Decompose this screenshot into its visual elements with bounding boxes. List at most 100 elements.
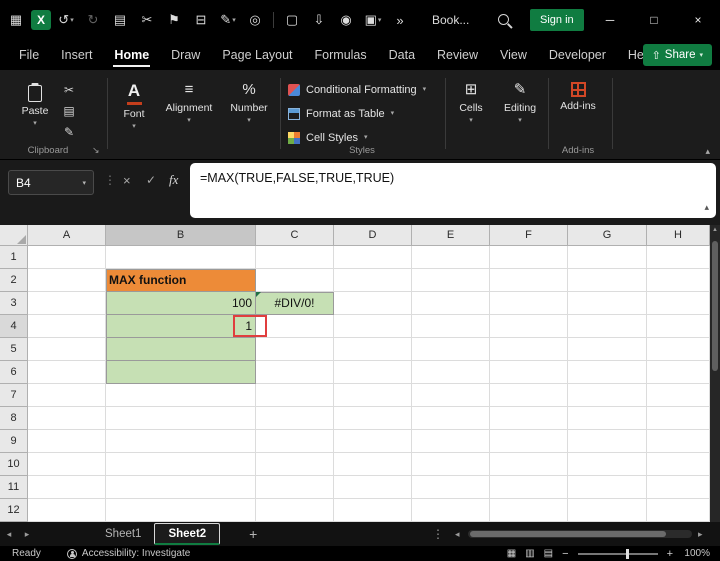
- cell-C6[interactable]: [256, 361, 334, 384]
- cell-A11[interactable]: [28, 476, 106, 499]
- cancel-icon[interactable]: ×: [123, 173, 131, 188]
- paste-special-icon[interactable]: ▤: [108, 7, 132, 33]
- cell-G8[interactable]: [568, 407, 647, 430]
- cell-A3[interactable]: [28, 292, 106, 315]
- cell-H10[interactable]: [647, 453, 710, 476]
- row-header-9[interactable]: 9: [0, 430, 28, 453]
- cell-B10[interactable]: [106, 453, 256, 476]
- vertical-scrollbar[interactable]: ▲: [710, 225, 720, 522]
- draw-icon[interactable]: ✎ ▾: [216, 7, 240, 33]
- add-ins-button[interactable]: Add-ins: [552, 78, 604, 112]
- editing-button[interactable]: ✎ Editing ▾: [496, 78, 544, 123]
- print-icon[interactable]: ⊟: [189, 7, 213, 33]
- conditional-formatting-button[interactable]: Conditional Formatting ▾: [288, 79, 426, 100]
- cell-C10[interactable]: [256, 453, 334, 476]
- cell-G10[interactable]: [568, 453, 647, 476]
- cell-A8[interactable]: [28, 407, 106, 430]
- cell-H1[interactable]: [647, 246, 710, 269]
- cell-F4[interactable]: [490, 315, 568, 338]
- cell-H9[interactable]: [647, 430, 710, 453]
- cell-D3[interactable]: [334, 292, 412, 315]
- drag-handle-icon[interactable]: ⋮: [104, 173, 116, 187]
- cell-F5[interactable]: [490, 338, 568, 361]
- cell-G4[interactable]: [568, 315, 647, 338]
- alignment-button[interactable]: ≡ Alignment ▾: [160, 78, 218, 123]
- dialog-launcher-icon[interactable]: ↘: [92, 145, 100, 156]
- cell-D5[interactable]: [334, 338, 412, 361]
- excel-logo-icon[interactable]: X: [31, 10, 51, 30]
- cell-E2[interactable]: [412, 269, 490, 292]
- flag-icon[interactable]: ⚑: [162, 7, 186, 33]
- name-box[interactable]: B4 ▾: [8, 170, 94, 195]
- cell-G5[interactable]: [568, 338, 647, 361]
- cell-B9[interactable]: [106, 430, 256, 453]
- cell-G1[interactable]: [568, 246, 647, 269]
- cell-G3[interactable]: [568, 292, 647, 315]
- sheet-tab-sheet1[interactable]: Sheet1: [92, 523, 154, 545]
- collapse-formula-bar-icon[interactable]: ▴: [704, 202, 709, 213]
- cell-B12[interactable]: [106, 499, 256, 522]
- cell-F1[interactable]: [490, 246, 568, 269]
- save-icon[interactable]: ⇩: [307, 7, 331, 33]
- new-file-icon[interactable]: ▢: [280, 7, 304, 33]
- scroll-up-icon[interactable]: ▲: [710, 227, 720, 233]
- cell-A4[interactable]: [28, 315, 106, 338]
- cell-B2[interactable]: MAX function: [106, 269, 256, 292]
- maximize-button[interactable]: □: [632, 0, 676, 40]
- camera-icon[interactable]: ◉: [334, 7, 358, 33]
- cell-D12[interactable]: [334, 499, 412, 522]
- font-button[interactable]: A Font ▾: [112, 78, 156, 130]
- cell-F7[interactable]: [490, 384, 568, 407]
- cell-D10[interactable]: [334, 453, 412, 476]
- cell-A10[interactable]: [28, 453, 106, 476]
- cell-D6[interactable]: [334, 361, 412, 384]
- menu-tab-insert[interactable]: Insert: [50, 40, 103, 70]
- column-header-F[interactable]: F: [490, 225, 568, 246]
- cell-G6[interactable]: [568, 361, 647, 384]
- cell-A12[interactable]: [28, 499, 106, 522]
- cell-H12[interactable]: [647, 499, 710, 522]
- row-header-8[interactable]: 8: [0, 407, 28, 430]
- menu-tab-review[interactable]: Review: [426, 40, 489, 70]
- cell-G11[interactable]: [568, 476, 647, 499]
- collapse-ribbon-icon[interactable]: ▴: [705, 146, 710, 157]
- row-header-7[interactable]: 7: [0, 384, 28, 407]
- scroll-right-icon[interactable]: ▸: [698, 529, 703, 540]
- ink-icon[interactable]: ◎: [243, 7, 267, 33]
- cell-H2[interactable]: [647, 269, 710, 292]
- app-launcher-icon[interactable]: ▦: [4, 7, 28, 33]
- zoom-slider-thumb[interactable]: [625, 548, 629, 559]
- row-header-10[interactable]: 10: [0, 453, 28, 476]
- column-header-G[interactable]: G: [568, 225, 647, 246]
- close-button[interactable]: ×: [676, 0, 720, 40]
- cell-C3[interactable]: #DIV/0!: [256, 292, 334, 315]
- insert-function-icon[interactable]: fx: [169, 172, 178, 188]
- cell-G7[interactable]: [568, 384, 647, 407]
- cell-C8[interactable]: [256, 407, 334, 430]
- vertical-scrollbar-thumb[interactable]: [712, 241, 718, 371]
- column-header-E[interactable]: E: [412, 225, 490, 246]
- cell-B11[interactable]: [106, 476, 256, 499]
- cell-H4[interactable]: [647, 315, 710, 338]
- format-as-table-button[interactable]: Format as Table ▾: [288, 103, 394, 124]
- cell-H8[interactable]: [647, 407, 710, 430]
- next-sheet-icon[interactable]: ▸: [18, 529, 36, 540]
- cell-E1[interactable]: [412, 246, 490, 269]
- zoom-out-icon[interactable]: −: [562, 548, 568, 560]
- previous-sheet-icon[interactable]: ◂: [0, 529, 18, 540]
- cell-E8[interactable]: [412, 407, 490, 430]
- cell-E12[interactable]: [412, 499, 490, 522]
- column-header-B[interactable]: B: [106, 225, 256, 246]
- more-options-icon[interactable]: ⋮: [432, 527, 444, 541]
- zoom-level[interactable]: 100%: [682, 548, 710, 559]
- cell-D1[interactable]: [334, 246, 412, 269]
- row-header-1[interactable]: 1: [0, 246, 28, 269]
- cell-A7[interactable]: [28, 384, 106, 407]
- row-header-5[interactable]: 5: [0, 338, 28, 361]
- sign-in-button[interactable]: Sign in: [530, 9, 584, 31]
- cell-H6[interactable]: [647, 361, 710, 384]
- minimize-button[interactable]: ─: [588, 0, 632, 40]
- accessibility-status[interactable]: Accessibility: Investigate: [82, 548, 190, 559]
- cell-C5[interactable]: [256, 338, 334, 361]
- add-sheet-button[interactable]: +: [240, 526, 266, 542]
